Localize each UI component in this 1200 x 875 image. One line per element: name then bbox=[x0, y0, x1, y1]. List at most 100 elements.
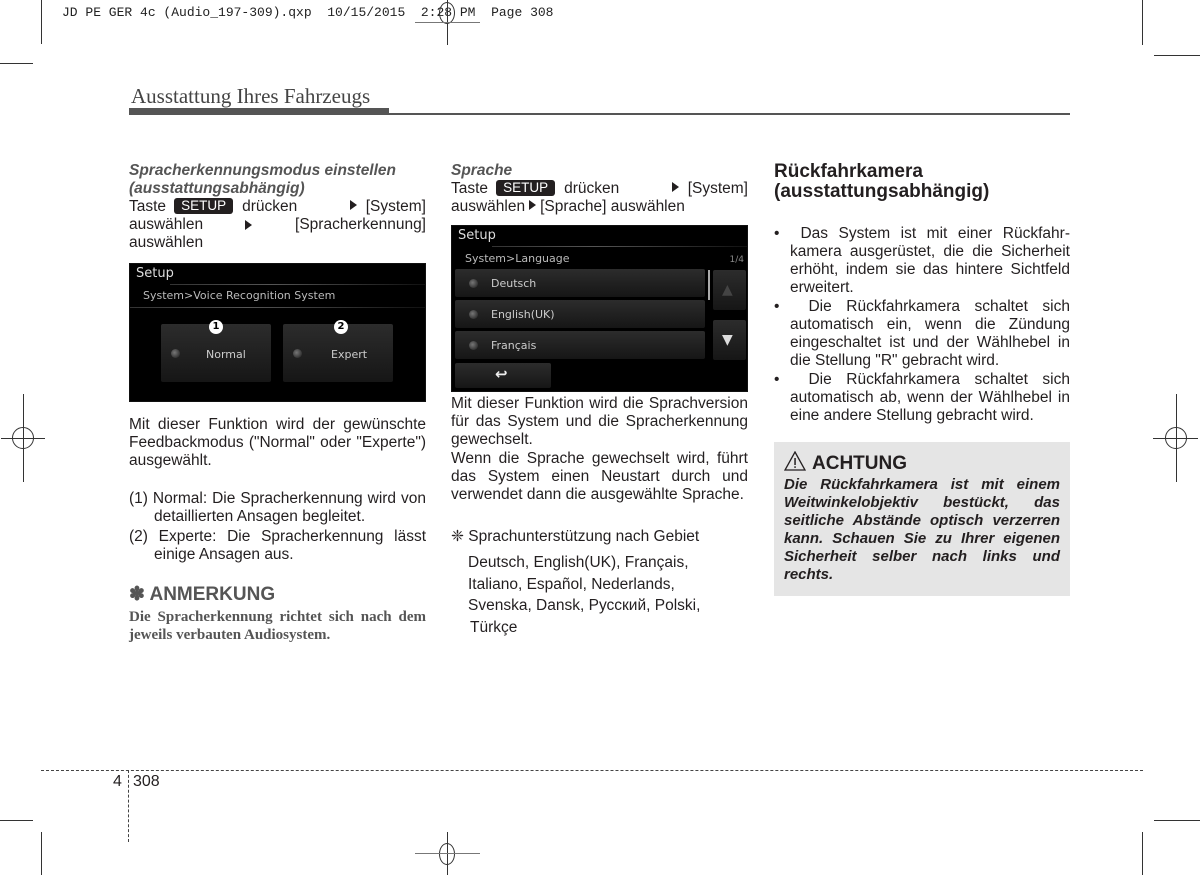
subhead-line: Spracherkennungsmodus einstellen bbox=[129, 162, 397, 179]
numbered-list: (1) Normal: Die Spracherkennung wird von… bbox=[129, 490, 426, 564]
section-heading: Rückfahrkamera (ausstattungsabhängig) bbox=[774, 162, 1070, 202]
language-label: English(UK) bbox=[491, 308, 555, 321]
language-label: Deutsch bbox=[491, 277, 537, 290]
crop-mark bbox=[1154, 55, 1200, 56]
instruction: Taste SETUP drücken [System] auswählen [Sp… bbox=[129, 198, 426, 252]
print-slug: JD PE GER 4c (Audio_197-309).qxp 10/15/2… bbox=[62, 5, 554, 20]
crop-mark bbox=[1153, 438, 1198, 439]
screen-breadcrumb: System>Language bbox=[465, 252, 570, 265]
radio-indicator bbox=[293, 349, 302, 358]
instruction-line: auswählen [Spracherkennung] bbox=[129, 216, 426, 234]
language-option-english-uk[interactable]: English(UK) bbox=[455, 300, 705, 328]
voice-recognition-screen: Setup System>Voice Recognition System No… bbox=[129, 263, 426, 402]
setup-key-badge: SETUP bbox=[174, 198, 234, 214]
section-subhead: Sprache bbox=[451, 162, 513, 179]
instruction-text: auswählen bbox=[451, 198, 526, 215]
instruction-text: [Spracherkennung] bbox=[295, 216, 426, 233]
header-rule bbox=[129, 108, 389, 115]
support-heading: ❈ Sprachunterstützung nach Gebiet bbox=[451, 528, 700, 545]
back-button[interactable]: ↩ bbox=[132, 401, 229, 402]
scrollbar[interactable] bbox=[708, 270, 710, 300]
language-option-deutsch[interactable]: Deutsch bbox=[455, 269, 705, 297]
caution-title: ACHTUNG bbox=[812, 453, 907, 474]
option-label: Expert bbox=[331, 348, 368, 361]
instruction-line: auswählen [Sprache] auswählen bbox=[451, 198, 685, 216]
page-number: 308 bbox=[133, 773, 160, 790]
screen-breadcrumb: System>Voice Recognition System bbox=[143, 289, 336, 302]
back-icon: ↩ bbox=[495, 365, 508, 383]
column-rear-camera: Rückfahrkamera (ausstattungsabhängig) • … bbox=[774, 162, 1070, 596]
caution-heading: ACHTUNG bbox=[784, 451, 1060, 476]
divider bbox=[130, 307, 425, 308]
language-option-francais[interactable]: Français bbox=[455, 331, 705, 359]
language-screen: Setup System>Language 1/4 Deutsch Englis… bbox=[451, 225, 748, 392]
option-label: Normal bbox=[206, 348, 246, 361]
radio-indicator bbox=[469, 341, 478, 350]
heading-line: (ausstattungsabhängig) bbox=[774, 181, 990, 202]
arrow-right-icon bbox=[529, 200, 537, 210]
list-text: Das System ist mit einer Rückfahr-kamera… bbox=[790, 225, 1070, 296]
instruction-text: auswählen bbox=[129, 234, 204, 251]
list-text: Experte: Die Spracherkennung lässt einig… bbox=[154, 528, 427, 563]
scroll-down-button[interactable]: ▼ bbox=[713, 320, 746, 360]
crop-mark bbox=[41, 832, 42, 875]
language-line: Svenska, Dansk, Русский, Polski, bbox=[468, 597, 701, 614]
heading-line: Rückfahrkamera bbox=[774, 161, 923, 182]
column-language: Sprache Taste SETUP drücken [System] auswä… bbox=[451, 162, 748, 638]
callout-number: 2 bbox=[334, 320, 348, 334]
header-rule bbox=[389, 113, 1070, 115]
arrow-right-icon bbox=[349, 200, 357, 210]
screen-title: Setup bbox=[458, 228, 496, 243]
list-item: • Die Rückfahrkamera schaltet sich autom… bbox=[774, 298, 1070, 369]
page-indicator: 1/4 bbox=[729, 255, 744, 265]
instruction-text: auswählen bbox=[129, 216, 204, 233]
divider bbox=[170, 284, 425, 285]
paragraph: Mit dieser Funktion wird die Sprachversi… bbox=[451, 395, 748, 448]
instruction-text: [System] bbox=[365, 198, 426, 215]
paragraph: Mit dieser Funktion wird der gewünschte … bbox=[129, 416, 426, 469]
list-marker: (1) bbox=[129, 490, 148, 507]
list-marker: (2) bbox=[129, 528, 148, 545]
crop-mark bbox=[1142, 832, 1143, 875]
chapter-number: 4 bbox=[113, 773, 122, 790]
column-voice-recognition: Spracherkennungsmodus einstellen (aussta… bbox=[129, 162, 426, 644]
crop-mark bbox=[415, 853, 480, 854]
scroll-up-button[interactable]: ▲ bbox=[713, 270, 746, 310]
language-label: Français bbox=[491, 339, 537, 352]
section-subhead: Spracherkennungsmodus einstellen (aussta… bbox=[129, 162, 426, 198]
bullet-list: • Das System ist mit einer Rückfahr-kame… bbox=[774, 225, 1070, 425]
caution-box: ACHTUNG Die Rückfahrkamera ist mit einem… bbox=[774, 442, 1070, 596]
radio-indicator bbox=[469, 310, 478, 319]
arrow-right-icon bbox=[244, 220, 252, 230]
list-text: Die Rückfahrkamera schaltet sich automat… bbox=[790, 298, 1070, 369]
list-item: (2) Experte: Die Spracherkennung lässt e… bbox=[129, 528, 426, 564]
arrow-right-icon bbox=[671, 182, 679, 192]
arrow-up-icon: ▲ bbox=[722, 282, 733, 298]
setup-key-badge: SETUP bbox=[496, 180, 556, 196]
footer-rule bbox=[41, 770, 1143, 771]
arrow-down-icon: ▼ bbox=[722, 332, 733, 348]
warning-icon bbox=[784, 451, 806, 471]
crop-mark bbox=[0, 63, 33, 64]
list-text: Normal: Die Spracherkennung wird von det… bbox=[152, 490, 426, 525]
callout-number: 1 bbox=[209, 320, 223, 334]
crop-mark bbox=[0, 820, 33, 821]
instruction-text: Taste bbox=[129, 198, 167, 215]
subhead-line: (ausstattungsabhängig) bbox=[129, 180, 305, 197]
language-line: Türkçe bbox=[470, 618, 518, 636]
instruction-text: [Sprache] auswählen bbox=[540, 198, 685, 215]
instruction-text: drücken bbox=[564, 180, 620, 197]
language-line: Deutsch, English(UK), Français, bbox=[468, 554, 689, 571]
list-item: • Das System ist mit einer Rückfahr-kame… bbox=[774, 225, 1070, 296]
divider bbox=[492, 246, 747, 247]
chapter-title: Ausstattung Ihres Fahrzeugs bbox=[131, 84, 371, 108]
back-button[interactable]: ↩ bbox=[455, 363, 551, 388]
radio-indicator bbox=[171, 349, 180, 358]
instruction-text: Taste bbox=[451, 180, 489, 197]
paragraph: Wenn die Sprache gewechselt wird, führt … bbox=[451, 450, 748, 503]
footer-rule bbox=[128, 770, 129, 842]
instruction-text: [System] bbox=[687, 180, 748, 197]
radio-indicator bbox=[469, 279, 478, 288]
list-text: Die Rückfahrkamera schaltet sich automat… bbox=[790, 371, 1070, 424]
instruction: Taste SETUP drücken [System] auswählen [Spr… bbox=[451, 180, 748, 216]
